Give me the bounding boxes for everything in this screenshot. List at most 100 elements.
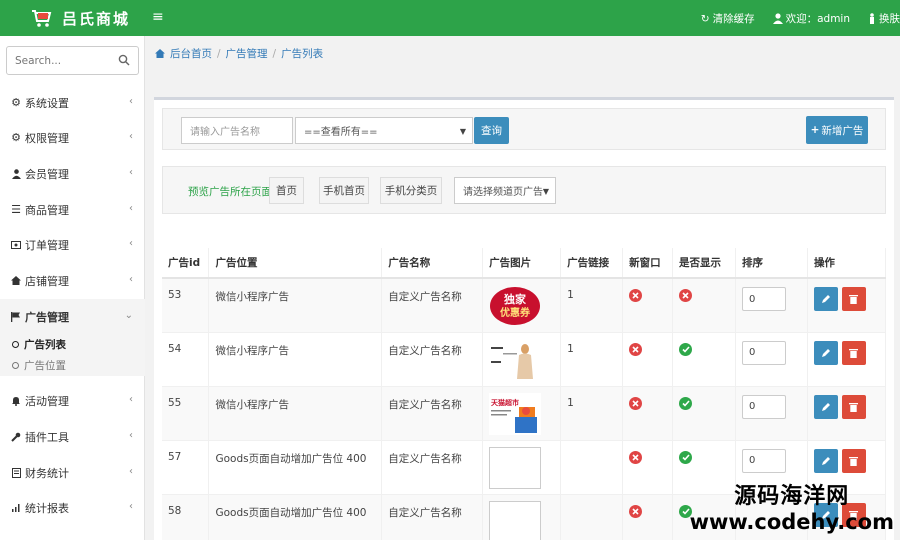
sidebar-item-plugins[interactable]: 插件工具 ‹ bbox=[0, 419, 145, 454]
content-panel: 请输入广告名称 ==查看所有== ▼ 查询 + 新增广告 预览广告所在页面: 首页… bbox=[154, 97, 894, 540]
delete-button[interactable] bbox=[841, 448, 866, 473]
trash-icon bbox=[849, 402, 859, 412]
ad-image-tmall[interactable]: 天猫超市 bbox=[489, 392, 542, 435]
x-circle-icon[interactable] bbox=[629, 504, 643, 518]
cell-id: 54 bbox=[162, 332, 210, 387]
column-header[interactable]: 广告位置 bbox=[208, 248, 383, 279]
sort-input[interactable]: 0 bbox=[741, 448, 786, 473]
cell-link: 1 bbox=[560, 332, 624, 387]
sidebar-item-products[interactable]: ☰ 商品管理 ‹ bbox=[0, 192, 145, 227]
cell-image: 天猫超市 bbox=[482, 386, 562, 441]
check-circle-icon[interactable] bbox=[679, 396, 693, 410]
channel-select-value: 请选择频道页广告 bbox=[463, 187, 543, 198]
cell-id: 53 bbox=[162, 278, 210, 333]
ad-image-empty[interactable] bbox=[489, 500, 542, 540]
search-icon[interactable] bbox=[118, 54, 130, 66]
edit-button[interactable] bbox=[813, 287, 838, 311]
sidebar-item-activities[interactable]: 活动管理 ‹ bbox=[0, 383, 145, 418]
sidebar-item-label: 活动管理 bbox=[25, 394, 69, 408]
cell-link: 1 bbox=[560, 278, 624, 333]
sidebar-item-shops[interactable]: 店铺管理 ‹ bbox=[0, 263, 145, 298]
ad-name-input[interactable]: 请输入广告名称 bbox=[181, 117, 293, 144]
chevron-left-icon: ‹ bbox=[129, 131, 133, 142]
x-circle-icon[interactable] bbox=[629, 342, 643, 356]
theme-switch-link[interactable]: 换肤 bbox=[868, 11, 900, 26]
check-circle-icon[interactable] bbox=[679, 450, 693, 464]
edit-button[interactable] bbox=[813, 394, 838, 419]
x-circle-icon[interactable] bbox=[679, 289, 693, 302]
cell-show bbox=[672, 332, 736, 387]
sort-input[interactable]: 0 bbox=[741, 287, 786, 311]
user-icon bbox=[10, 168, 22, 179]
cell-sort: 0 bbox=[735, 386, 808, 441]
breadcrumb-ads-link[interactable]: 广告管理 bbox=[226, 46, 268, 61]
sidebar-item-finance[interactable]: 财务统计 ‹ bbox=[0, 455, 145, 490]
sidebar-item-reports[interactable]: 统计报表 ‹ bbox=[0, 490, 145, 525]
pencil-icon bbox=[821, 295, 830, 303]
cell-new-window bbox=[622, 278, 674, 333]
menu-toggle-icon[interactable]: ≡ bbox=[152, 9, 164, 25]
svg-text:优惠券: 优惠券 bbox=[500, 306, 531, 319]
search-button[interactable]: 查询 bbox=[474, 117, 509, 144]
x-circle-icon[interactable] bbox=[629, 450, 643, 464]
column-header: 广告图片 bbox=[482, 248, 562, 279]
preview-mobile-home-button[interactable]: 手机首页 bbox=[319, 177, 369, 204]
person-icon bbox=[870, 13, 874, 24]
sidebar-item-members[interactable]: 会员管理 ‹ bbox=[0, 156, 145, 191]
x-circle-icon[interactable] bbox=[629, 396, 643, 410]
preview-home-button[interactable]: 首页 bbox=[269, 177, 304, 204]
clear-cache-label: 清除缓存 bbox=[712, 13, 755, 25]
edit-button[interactable] bbox=[813, 448, 838, 473]
breadcrumb-separator: / bbox=[217, 47, 221, 60]
chevron-left-icon: ‹ bbox=[129, 394, 133, 405]
add-ad-button[interactable]: + 新增广告 bbox=[806, 116, 868, 144]
sort-input[interactable]: 0 bbox=[741, 340, 786, 365]
ad-image-empty[interactable] bbox=[489, 446, 542, 489]
position-select[interactable]: ==查看所有== ▼ bbox=[295, 117, 473, 144]
sidebar-search bbox=[6, 46, 139, 75]
breadcrumb-separator: / bbox=[272, 47, 277, 60]
delete-button[interactable] bbox=[841, 287, 866, 311]
sidebar-item-ads[interactable]: 广告管理 ⌄ bbox=[0, 299, 145, 334]
column-header[interactable]: 广告名称 bbox=[381, 248, 484, 279]
preview-mobile-category-button[interactable]: 手机分类页 bbox=[380, 177, 442, 204]
breadcrumb: 后台首页 / 广告管理 / 广告列表 bbox=[155, 46, 323, 61]
chevron-left-icon: ‹ bbox=[129, 466, 133, 477]
cell-image bbox=[482, 440, 562, 495]
user-menu[interactable]: 欢迎：admin bbox=[772, 11, 850, 26]
ad-image-coupon[interactable]: 独家 优惠券 bbox=[489, 285, 541, 327]
ad-image-product[interactable] bbox=[489, 338, 542, 381]
x-circle-icon[interactable] bbox=[629, 289, 643, 302]
column-header[interactable]: 排序 bbox=[735, 248, 808, 279]
cell-new-window bbox=[622, 332, 674, 387]
cell-position: Goods页面自动增加广告位 400 bbox=[208, 494, 383, 540]
preview-label: 预览广告所在页面: bbox=[188, 186, 276, 198]
sort-input[interactable]: 0 bbox=[741, 394, 786, 419]
cell-position: 微信小程序广告 bbox=[208, 386, 383, 441]
edit-button[interactable] bbox=[813, 340, 838, 365]
sidebar-item-permission[interactable]: ⚙ 权限管理 ‹ bbox=[0, 120, 145, 155]
submenu-item-ad-list[interactable]: 广告列表 bbox=[0, 334, 145, 355]
sidebar-item-orders[interactable]: 订单管理 ‹ bbox=[0, 227, 145, 262]
column-header[interactable]: 广告id bbox=[162, 248, 210, 279]
channel-select[interactable]: 请选择频道页广告 ▼ bbox=[454, 177, 556, 204]
shopping-cart-logo-icon bbox=[32, 10, 52, 27]
chevron-left-icon: ‹ bbox=[129, 430, 133, 441]
search-input[interactable] bbox=[7, 47, 107, 74]
cell-new-window bbox=[622, 494, 674, 540]
delete-button[interactable] bbox=[841, 340, 866, 365]
sidebar-item-system[interactable]: ⚙ 系统设置 ‹ bbox=[0, 85, 145, 120]
sidebar-item-label: 会员管理 bbox=[25, 167, 69, 181]
clear-cache-link[interactable]: ↻ 清除缓存 bbox=[701, 11, 755, 26]
cell-id: 58 bbox=[162, 494, 210, 540]
chevron-left-icon: ‹ bbox=[129, 501, 133, 512]
wrench-icon bbox=[10, 432, 22, 442]
breadcrumb-home-link[interactable]: 后台首页 bbox=[170, 46, 212, 61]
check-circle-icon[interactable] bbox=[679, 342, 693, 356]
caret-down-icon: ▼ bbox=[459, 127, 466, 136]
delete-button[interactable] bbox=[841, 394, 866, 419]
chevron-left-icon: ‹ bbox=[129, 167, 133, 178]
submenu-item-ad-position[interactable]: 广告位置 bbox=[0, 355, 145, 376]
plus-icon: + bbox=[810, 124, 820, 136]
breadcrumb-current: 广告列表 bbox=[281, 48, 324, 60]
